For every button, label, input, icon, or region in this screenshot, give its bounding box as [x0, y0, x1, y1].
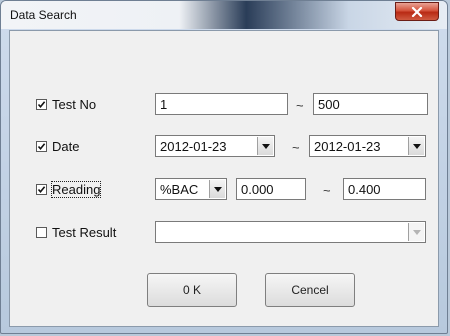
test-no-from-input[interactable]: 1 — [155, 93, 288, 115]
close-icon — [411, 6, 423, 17]
range-separator: ~ — [323, 183, 331, 198]
date-to-picker[interactable]: 2012-01-23 — [309, 135, 426, 157]
date-to-dropdown-button[interactable] — [408, 137, 424, 155]
reading-checkbox[interactable] — [36, 184, 47, 195]
test-no-label: Test No — [52, 97, 97, 112]
window-title: Data Search — [10, 8, 77, 22]
date-from-dropdown-button[interactable] — [257, 137, 273, 155]
test-no-checkbox[interactable] — [36, 99, 47, 110]
test-no-to-input[interactable]: 500 — [313, 93, 428, 115]
test-result-checkbox[interactable] — [36, 227, 47, 238]
range-separator: ~ — [296, 98, 304, 113]
test-result-label: Test Result — [52, 225, 117, 240]
date-from-picker[interactable]: 2012-01-23 — [155, 135, 275, 157]
reading-row: Reading %BAC 0.000 ~ 0.400 — [10, 177, 438, 203]
reading-from-input[interactable]: 0.000 — [236, 178, 306, 200]
reading-unit-dropdown-button[interactable] — [209, 180, 225, 198]
dialog-client-area: Test No 1 ~ 500 Date 2012-01-23 ~ 2012-0… — [9, 30, 439, 327]
test-result-select[interactable] — [155, 221, 426, 243]
chevron-down-icon — [261, 143, 270, 149]
data-search-window: Data Search Test No 1 ~ 500 Date 2012-01… — [0, 0, 448, 334]
date-row: Date 2012-01-23 ~ 2012-01-23 — [10, 134, 438, 160]
range-separator: ~ — [292, 140, 300, 155]
cancel-button[interactable]: Cencel — [265, 273, 355, 307]
test-result-row: Test Result — [10, 220, 438, 246]
chevron-down-icon — [213, 186, 222, 192]
ok-button[interactable]: 0 K — [147, 273, 237, 307]
test-no-row: Test No 1 ~ 500 — [10, 92, 438, 118]
date-label: Date — [52, 139, 80, 154]
test-result-dropdown-button[interactable] — [408, 223, 424, 241]
checkmark-icon — [37, 101, 46, 109]
date-checkbox[interactable] — [36, 141, 47, 152]
reading-to-input[interactable]: 0.400 — [343, 178, 426, 200]
checkmark-icon — [37, 186, 46, 194]
close-button[interactable] — [395, 2, 439, 21]
checkmark-icon — [37, 143, 46, 151]
reading-unit-select[interactable]: %BAC — [155, 178, 227, 200]
reading-unit-value: %BAC — [160, 182, 199, 197]
date-to-value: 2012-01-23 — [314, 139, 381, 154]
date-from-value: 2012-01-23 — [160, 139, 227, 154]
chevron-down-icon — [412, 229, 421, 235]
chevron-down-icon — [412, 143, 421, 149]
title-bar[interactable]: Data Search — [1, 1, 447, 29]
reading-label: Reading — [50, 181, 102, 198]
